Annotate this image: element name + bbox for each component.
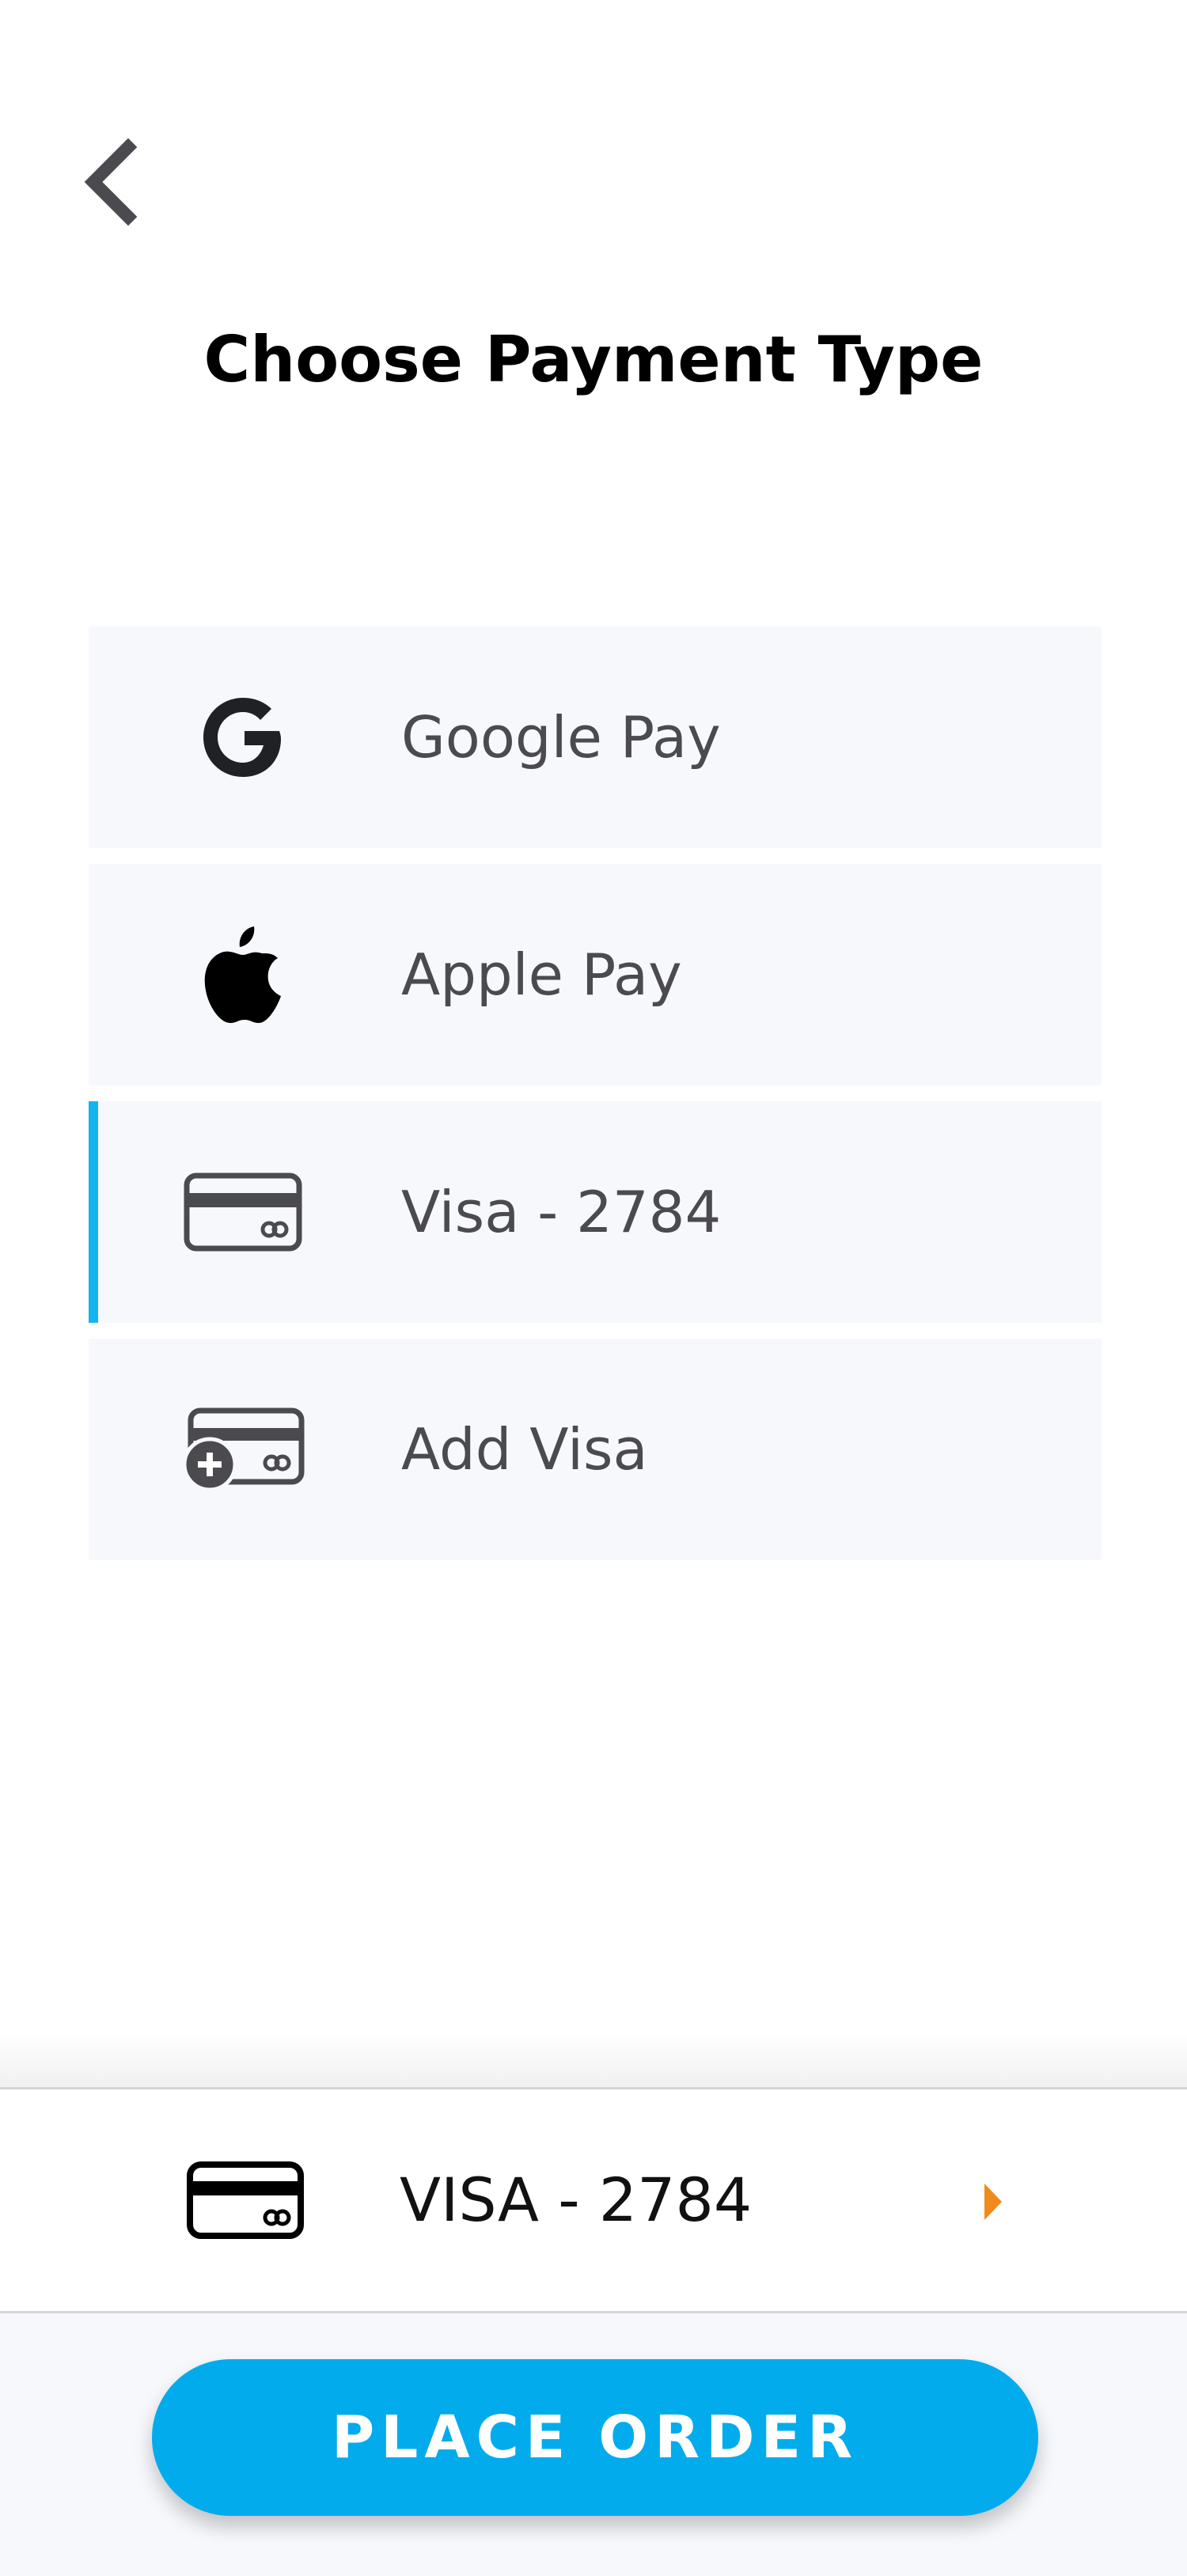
payment-option-label: Google Pay: [401, 704, 721, 771]
credit-card-icon: [180, 1165, 306, 1260]
payment-options-list: Google Pay Apple Pay Visa - 2784 Add Vis…: [89, 627, 1102, 1576]
payment-option-label: Apple Pay: [401, 941, 682, 1008]
credit-card-icon: [186, 2161, 305, 2248]
apple-icon: [180, 926, 306, 1023]
selected-payment-label: VISA - 2784: [400, 2165, 753, 2235]
selected-payment-summary[interactable]: VISA - 2784: [0, 2087, 1187, 2313]
back-button[interactable]: [79, 134, 142, 229]
payment-option-add-visa[interactable]: Add Visa: [89, 1339, 1102, 1560]
chevron-left-icon: [84, 138, 138, 226]
payment-option-label: Add Visa: [401, 1416, 648, 1483]
payment-option-google-pay[interactable]: Google Pay: [89, 627, 1102, 848]
payment-option-label: Visa - 2784: [401, 1179, 722, 1245]
page-title: Choose Payment Type: [203, 323, 984, 396]
caret-right-icon: [984, 2184, 1002, 2220]
add-card-icon: [180, 1402, 306, 1497]
payment-option-visa-2784[interactable]: Visa - 2784: [89, 1101, 1102, 1323]
google-icon: [180, 690, 306, 785]
place-order-button[interactable]: PLACE ORDER: [152, 2359, 1038, 2516]
payment-option-apple-pay[interactable]: Apple Pay: [89, 864, 1102, 1085]
divider-shadow: [0, 2033, 1187, 2089]
